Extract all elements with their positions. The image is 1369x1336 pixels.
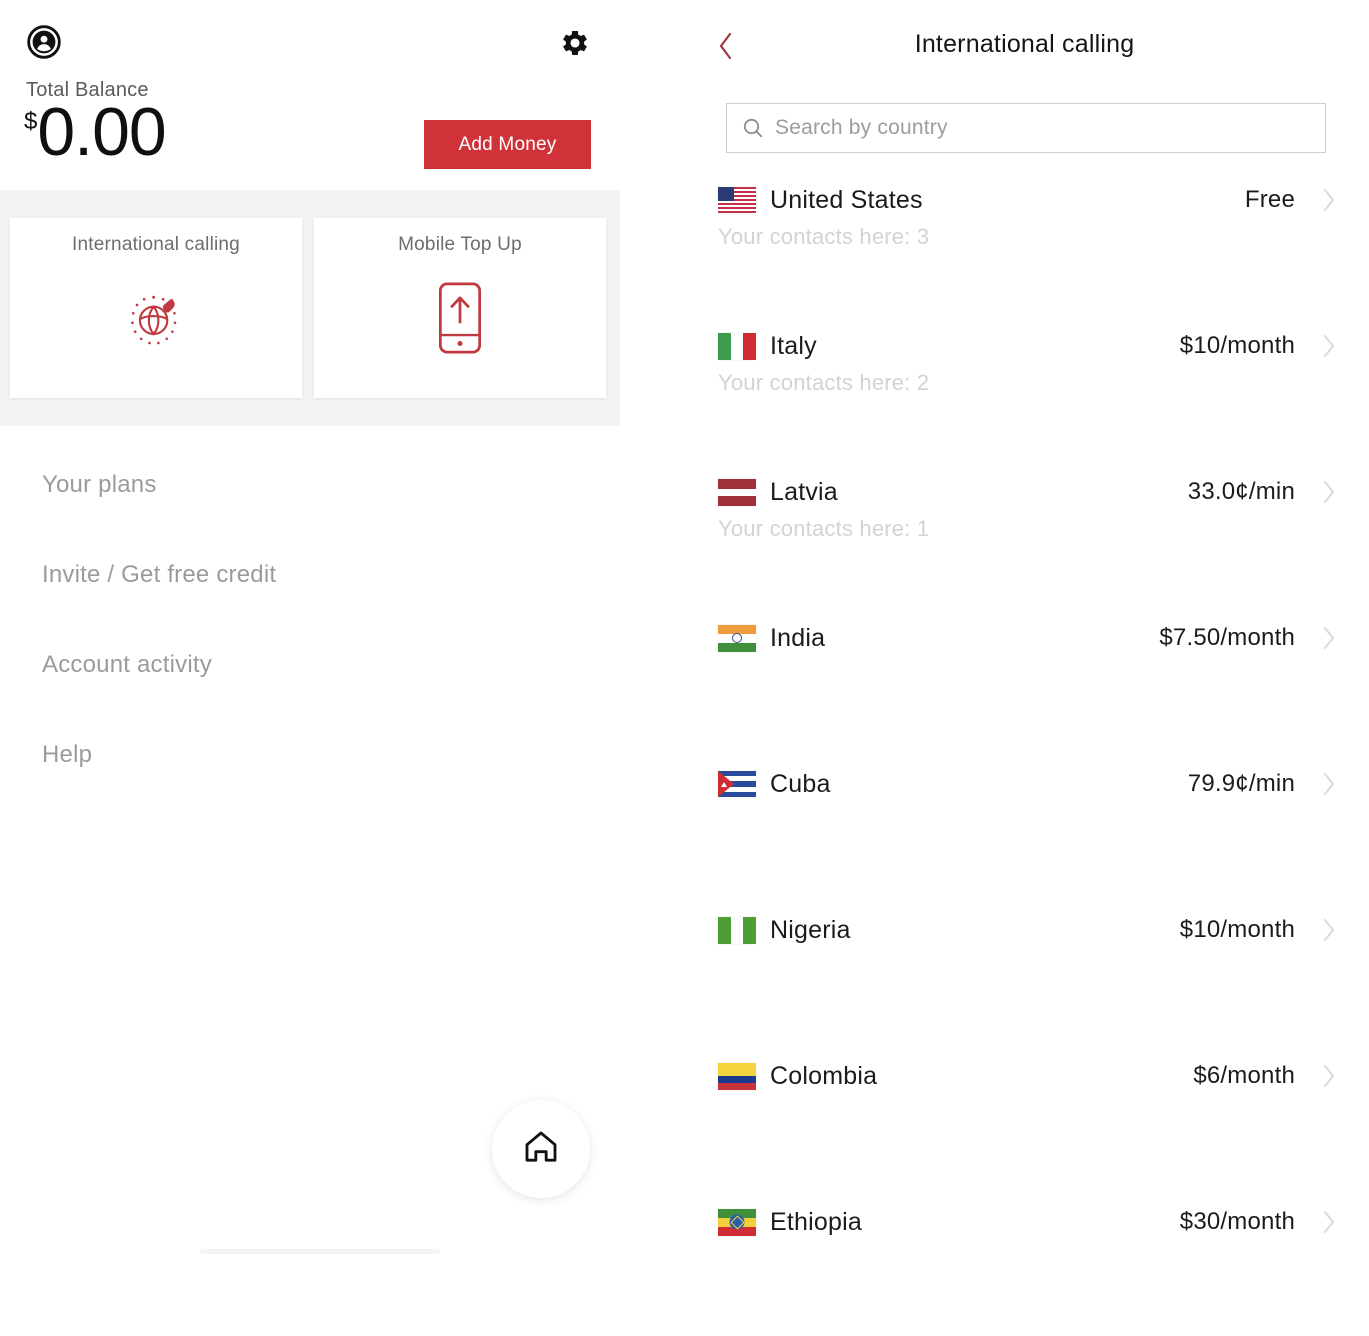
menu-item-account-activity[interactable]: Account activity <box>0 620 620 710</box>
country-price: Free <box>1244 186 1295 213</box>
card-mobile-top-up[interactable]: Mobile Top Up <box>314 218 606 398</box>
country-contacts-count: Your contacts here: 3 <box>718 224 930 249</box>
add-money-button[interactable]: Add Money <box>424 120 591 169</box>
country-name: Nigeria <box>770 915 851 944</box>
page-title: International calling <box>914 30 1135 58</box>
account-topbar: Total Balance $ 0.00 Add Money <box>0 0 620 190</box>
country-contacts-count: Your contacts here: 1 <box>718 516 930 541</box>
quick-actions-band: International calling Mobile Top Up <box>0 190 620 426</box>
country-price: $6/month <box>1193 1062 1295 1089</box>
left-panel-account: Total Balance $ 0.00 Add Money Internati… <box>0 0 680 1258</box>
card-title: Mobile Top Up <box>398 234 522 255</box>
chevron-right-icon <box>1321 625 1337 651</box>
total-balance-value: $ 0.00 <box>24 94 167 170</box>
right-panel-international-calling: International calling Search by country … <box>680 0 1369 1258</box>
menu-item-your-plans[interactable]: Your plans <box>0 440 620 530</box>
search-icon <box>741 116 765 140</box>
flag-icon-us <box>718 186 756 214</box>
country-price: $10/month <box>1179 332 1295 359</box>
country-row-main: Nigeria $10/month <box>680 912 1369 948</box>
country-row-latvia[interactable]: Latvia 33.0¢/min Your contacts here: 1 <box>680 460 1369 606</box>
country-row-united-states[interactable]: United States Free Your contacts here: 3 <box>680 168 1369 314</box>
country-row-main: Colombia $6/month <box>680 1058 1369 1094</box>
app-root: Total Balance $ 0.00 Add Money Internati… <box>0 0 1369 1258</box>
account-menu: Your plans Invite / Get free credit Acco… <box>0 440 620 800</box>
country-row-india[interactable]: India $7.50/month <box>680 606 1369 752</box>
chevron-right-icon <box>1321 479 1337 505</box>
country-row-main: Ethiopia $30/month <box>680 1204 1369 1240</box>
chevron-right-icon <box>1321 917 1337 943</box>
country-price: 33.0¢/min <box>1187 478 1295 505</box>
country-contacts-count: Your contacts here: 2 <box>718 370 930 395</box>
flag-icon-in <box>718 624 756 652</box>
flag-icon-et <box>718 1208 756 1236</box>
page-header: International calling <box>680 0 1369 96</box>
country-row-main: Cuba 79.9¢/min <box>680 766 1369 802</box>
country-row-cuba[interactable]: Cuba 79.9¢/min <box>680 752 1369 898</box>
chevron-right-icon <box>1321 333 1337 359</box>
country-row-main: India $7.50/month <box>680 620 1369 656</box>
country-row-main: Latvia 33.0¢/min <box>680 474 1369 510</box>
country-price: $7.50/month <box>1159 624 1295 651</box>
menu-item-label: Help <box>42 741 93 768</box>
country-name: Cuba <box>770 769 831 798</box>
home-icon <box>521 1127 561 1172</box>
card-international-calling[interactable]: International calling <box>10 218 302 398</box>
gear-icon[interactable] <box>558 26 592 60</box>
chevron-right-icon <box>1321 187 1337 213</box>
currency-symbol: $ <box>24 108 38 135</box>
chevron-right-icon <box>1321 1063 1337 1089</box>
country-row-ethiopia[interactable]: Ethiopia $30/month <box>680 1190 1369 1336</box>
country-name: Ethiopia <box>770 1207 862 1236</box>
country-name: Italy <box>770 331 817 360</box>
globe-phone-icon <box>10 280 302 356</box>
search-bar[interactable] <box>726 103 1326 153</box>
flag-icon-ng <box>718 916 756 944</box>
country-name: United States <box>770 185 923 214</box>
country-row-main: United States Free <box>680 182 1369 218</box>
menu-item-label: Your plans <box>42 471 157 498</box>
country-row-colombia[interactable]: Colombia $6/month <box>680 1044 1369 1190</box>
balance-number: 0.00 <box>37 94 166 170</box>
home-indicator-bar <box>200 1249 440 1254</box>
flag-icon-cu <box>718 770 756 798</box>
card-title: International calling <box>72 234 240 255</box>
country-name: Colombia <box>770 1061 878 1090</box>
flag-icon-co <box>718 1062 756 1090</box>
country-price: $30/month <box>1179 1208 1295 1235</box>
country-name: Latvia <box>770 477 838 506</box>
flag-icon-it <box>718 332 756 360</box>
menu-item-invite-get-free-credit[interactable]: Invite / Get free credit <box>0 530 620 620</box>
country-price: 79.9¢/min <box>1187 770 1295 797</box>
country-list: United States Free Your contacts here: 3 <box>680 168 1369 1336</box>
chevron-right-icon <box>1321 1209 1337 1235</box>
account-circle-icon[interactable] <box>26 24 62 60</box>
country-name: India <box>770 623 826 652</box>
menu-item-label: Account activity <box>42 651 212 678</box>
country-row-nigeria[interactable]: Nigeria $10/month <box>680 898 1369 1044</box>
search-input[interactable] <box>775 105 1325 151</box>
chevron-right-icon <box>1321 771 1337 797</box>
flag-icon-lv <box>718 478 756 506</box>
menu-item-label: Invite / Get free credit <box>42 561 277 588</box>
home-button[interactable] <box>492 1100 590 1198</box>
phone-up-arrow-icon <box>314 280 606 356</box>
menu-item-help[interactable]: Help <box>0 710 620 800</box>
country-row-italy[interactable]: Italy $10/month Your contacts here: 2 <box>680 314 1369 460</box>
country-row-main: Italy $10/month <box>680 328 1369 364</box>
country-price: $10/month <box>1179 916 1295 943</box>
